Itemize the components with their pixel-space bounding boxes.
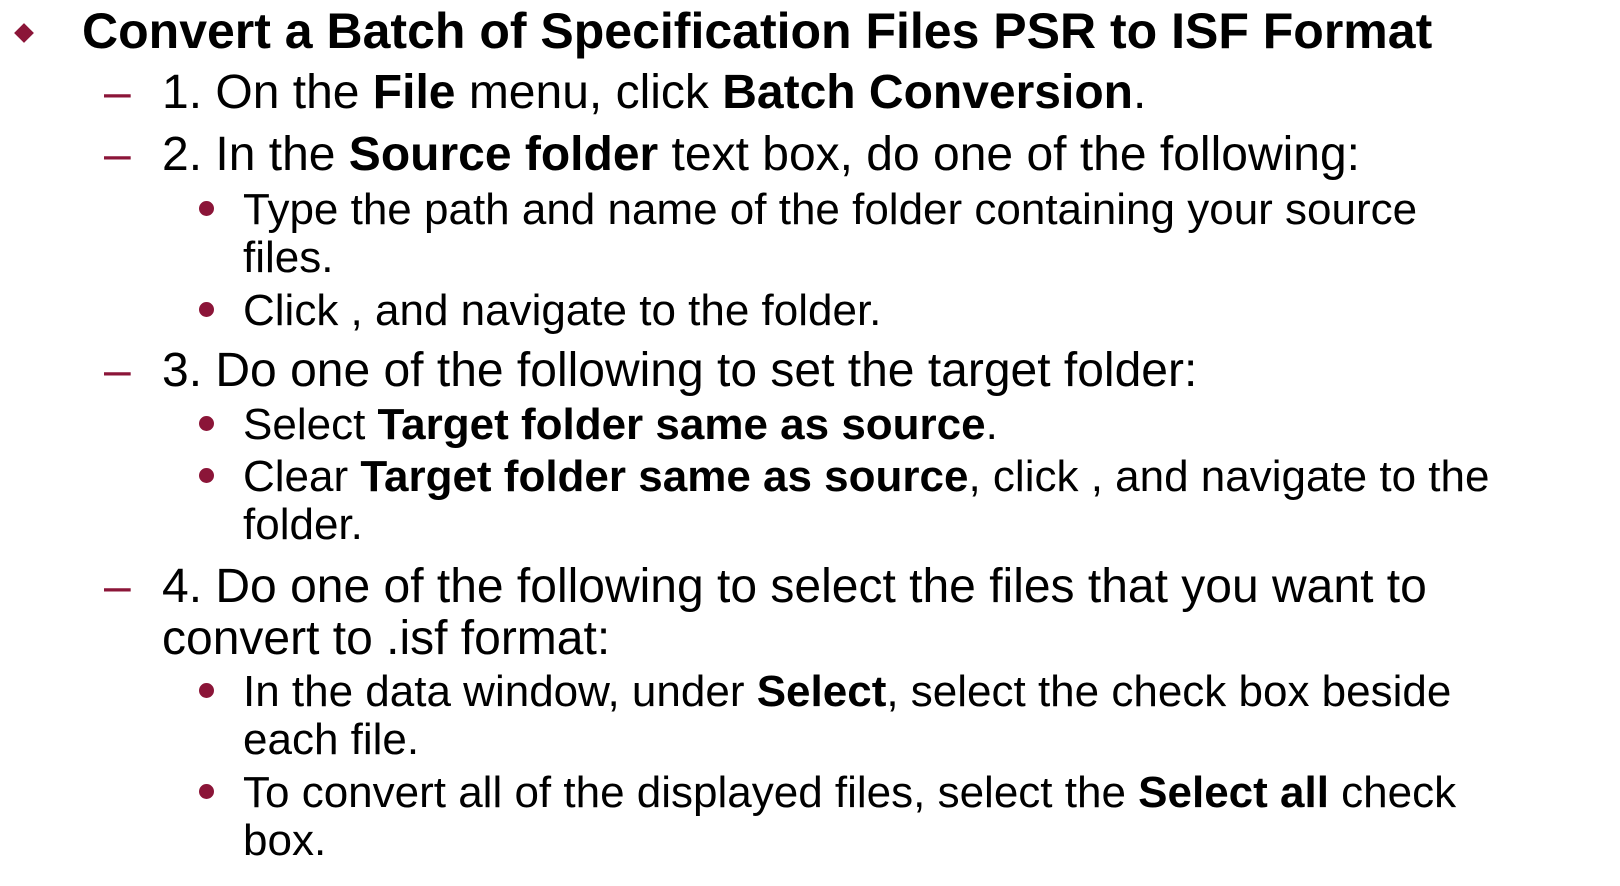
dash-bullet-icon: – bbox=[104, 128, 131, 181]
round-bullet-icon bbox=[199, 468, 214, 483]
option-name: Target folder same as source bbox=[360, 452, 969, 501]
step-number: 1. bbox=[162, 66, 203, 119]
command-name: Batch Conversion bbox=[722, 66, 1133, 119]
option-name: Target folder same as source bbox=[377, 400, 986, 449]
round-bullet-icon bbox=[199, 201, 214, 216]
column-name: Select bbox=[756, 667, 887, 716]
round-bullet-icon bbox=[199, 683, 214, 698]
step-1: – 1. On the File menu, click Batch Conve… bbox=[104, 66, 1147, 119]
slide: Convert a Batch of Specification Files P… bbox=[0, 0, 1620, 886]
dash-bullet-icon: – bbox=[104, 344, 131, 397]
step-2-bullet-1: Type the path and name of the folder con… bbox=[243, 185, 1418, 282]
round-bullet-icon bbox=[199, 416, 214, 431]
diamond-bullet-icon bbox=[14, 23, 34, 43]
menu-name: File bbox=[372, 66, 456, 119]
step-number: 3. bbox=[162, 344, 203, 397]
checkbox-name: Select all bbox=[1138, 768, 1329, 817]
slide-heading: Convert a Batch of Specification Files P… bbox=[82, 3, 1433, 59]
step-number: 4. bbox=[162, 560, 203, 613]
field-name: Source folder bbox=[348, 128, 659, 181]
round-bullet-icon bbox=[199, 784, 214, 799]
step-2: – 2. In the Source folder text box, do o… bbox=[104, 128, 1360, 181]
step-2-bullet-2: Click , and navigate to the folder. bbox=[243, 286, 882, 335]
step-4: – 4. Do one of the following to select t… bbox=[104, 560, 1427, 613]
step-number: 2. bbox=[162, 128, 203, 181]
dash-bullet-icon: – bbox=[104, 560, 131, 613]
step-3: – 3. Do one of the following to set the … bbox=[104, 344, 1198, 397]
step-3-bullet-1: Select Target folder same as source. bbox=[243, 400, 998, 449]
round-bullet-icon bbox=[199, 302, 214, 317]
dash-bullet-icon: – bbox=[104, 66, 131, 119]
step-3-bullet-2: Clear Target folder same as source, clic… bbox=[243, 452, 1490, 549]
step-4-continuation: convert to .isf format: bbox=[162, 612, 611, 665]
step-4-bullet-2: To convert all of the displayed files, s… bbox=[243, 768, 1457, 865]
step-4-bullet-1: In the data window, under Select, select… bbox=[243, 667, 1452, 764]
